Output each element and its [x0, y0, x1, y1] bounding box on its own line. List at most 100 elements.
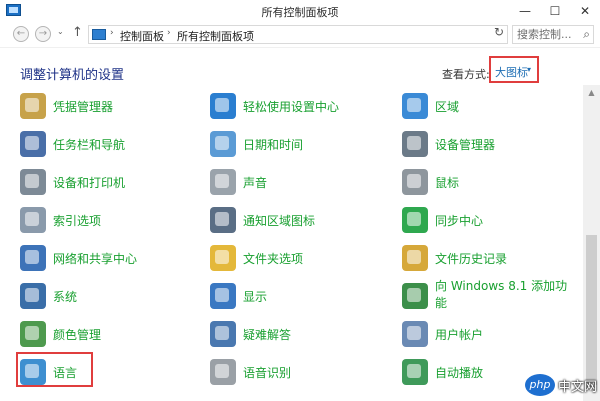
item-label[interactable]: 区域: [435, 98, 459, 115]
notification-area-icon: [210, 207, 236, 233]
back-button[interactable]: ←: [13, 26, 29, 42]
item-label[interactable]: 凭据管理器: [53, 98, 113, 115]
search-box[interactable]: ⌕: [512, 25, 594, 44]
item-indexing-options[interactable]: 索引选项: [20, 205, 200, 235]
search-icon[interactable]: ⌕: [583, 27, 590, 42]
search-input[interactable]: [513, 26, 575, 43]
item-label[interactable]: 声音: [243, 174, 267, 191]
file-history-icon: [402, 245, 428, 271]
item-ease-of-access[interactable]: 轻松使用设置中心: [210, 91, 390, 121]
item-system[interactable]: 系统: [20, 281, 200, 311]
view-by-dropdown[interactable]: 大图标 ▾: [489, 56, 539, 83]
item-label[interactable]: 文件历史记录: [435, 250, 507, 267]
title-bar: 所有控制面板项 — ☐ ✕: [0, 0, 600, 22]
item-label[interactable]: 颜色管理: [53, 326, 101, 343]
sync-center-icon: [402, 207, 428, 233]
item-display[interactable]: 显示: [210, 281, 390, 311]
item-device-manager[interactable]: 设备管理器: [402, 129, 577, 159]
page-title: 调整计算机的设置: [20, 68, 125, 83]
ease-of-access-icon: [210, 93, 236, 119]
autoplay-icon: [402, 359, 428, 385]
item-sound[interactable]: 声音: [210, 167, 390, 197]
maximize-button[interactable]: ☐: [540, 0, 570, 22]
color-management-icon: [20, 321, 46, 347]
printer-icon: [20, 169, 46, 195]
item-label[interactable]: 文件夹选项: [243, 250, 303, 267]
item-taskbar[interactable]: 任务栏和导航: [20, 129, 200, 159]
item-file-history[interactable]: 文件历史记录: [402, 243, 577, 273]
credential-manager-icon: [20, 93, 46, 119]
close-button[interactable]: ✕: [570, 0, 600, 22]
item-label[interactable]: 疑难解答: [243, 326, 291, 343]
control-panel-icon: [92, 29, 106, 40]
item-label[interactable]: 设备管理器: [435, 136, 495, 153]
vertical-scrollbar[interactable]: ▲: [583, 85, 600, 401]
item-label[interactable]: 任务栏和导航: [53, 136, 125, 153]
item-user-accounts[interactable]: 用户帐户: [402, 319, 577, 349]
item-label[interactable]: 通知区域图标: [243, 212, 315, 229]
mouse-icon: [402, 169, 428, 195]
item-mouse[interactable]: 鼠标: [402, 167, 577, 197]
address-bar: ← → ⌄ ↑ › 控制面板 › 所有控制面板项 › ↻ ⌕: [0, 22, 600, 48]
item-autoplay[interactable]: 自动播放: [402, 357, 522, 387]
item-label[interactable]: 轻松使用设置中心: [243, 98, 339, 115]
item-label-line2[interactable]: 能: [435, 294, 447, 311]
item-add-features[interactable]: 向 Windows 8.1 添加功 能: [402, 274, 577, 314]
item-label[interactable]: 语音识别: [243, 364, 291, 381]
breadcrumb-all-items[interactable]: 所有控制面板项: [177, 28, 254, 44]
item-credential-manager[interactable]: 凭据管理器: [20, 91, 200, 121]
display-icon: [210, 283, 236, 309]
breadcrumb[interactable]: › 控制面板 › 所有控制面板项 ›: [88, 25, 508, 44]
item-label[interactable]: 用户帐户: [435, 326, 483, 343]
item-date-time[interactable]: 日期和时间: [210, 129, 390, 159]
view-by-label: 查看方式:: [442, 68, 490, 81]
item-label[interactable]: 索引选项: [53, 212, 101, 229]
item-label[interactable]: 同步中心: [435, 212, 483, 229]
recent-locations-chevron-icon[interactable]: ⌄: [57, 27, 64, 36]
scroll-thumb[interactable]: [586, 235, 597, 385]
system-icon: [20, 283, 46, 309]
item-notification-area-icons[interactable]: 通知区域图标: [210, 205, 390, 235]
watermark-text: 中文网: [558, 380, 598, 395]
breadcrumb-separator-icon[interactable]: ›: [167, 28, 171, 38]
folder-options-icon: [210, 245, 236, 271]
item-label[interactable]: 系统: [53, 288, 77, 305]
language-highlight-box: [16, 352, 93, 387]
taskbar-icon: [20, 131, 46, 157]
watermark: php 中文网: [525, 372, 600, 401]
item-label[interactable]: 日期和时间: [243, 136, 303, 153]
item-label[interactable]: 自动播放: [435, 364, 483, 381]
php-logo-icon: php: [525, 374, 555, 396]
breadcrumb-separator-icon[interactable]: ›: [249, 28, 253, 38]
scroll-up-arrow-icon[interactable]: ▲: [583, 85, 600, 101]
item-region[interactable]: 区域: [402, 91, 577, 121]
item-devices-printers[interactable]: 设备和打印机: [20, 167, 200, 197]
item-label[interactable]: 显示: [243, 288, 267, 305]
item-sync-center[interactable]: 同步中心: [402, 205, 577, 235]
item-label[interactable]: 鼠标: [435, 174, 459, 191]
item-label[interactable]: 向 Windows 8.1 添加功: [435, 277, 567, 294]
item-color-management[interactable]: 颜色管理: [20, 319, 200, 349]
region-icon: [402, 93, 428, 119]
device-manager-icon: [402, 131, 428, 157]
item-folder-options[interactable]: 文件夹选项: [210, 243, 390, 273]
item-speech-recognition[interactable]: 语音识别: [210, 357, 390, 387]
forward-button[interactable]: →: [35, 26, 51, 42]
breadcrumb-separator-icon[interactable]: ›: [110, 28, 114, 38]
refresh-button[interactable]: ↻: [490, 25, 508, 41]
item-label[interactable]: 网络和共享中心: [53, 250, 137, 267]
breadcrumb-control-panel[interactable]: 控制面板: [120, 28, 164, 44]
user-accounts-icon: [402, 321, 428, 347]
date-time-icon: [210, 131, 236, 157]
up-button[interactable]: ↑: [72, 25, 83, 40]
view-by-value[interactable]: 大图标: [495, 64, 528, 80]
minimize-button[interactable]: —: [510, 0, 540, 22]
item-troubleshooting[interactable]: 疑难解答: [210, 319, 390, 349]
indexing-icon: [20, 207, 46, 233]
item-label[interactable]: 设备和打印机: [53, 174, 125, 191]
item-network-sharing[interactable]: 网络和共享中心: [20, 243, 200, 273]
network-icon: [20, 245, 46, 271]
chevron-down-icon[interactable]: ▾: [527, 65, 531, 74]
speech-recognition-icon: [210, 359, 236, 385]
add-features-icon: [402, 283, 428, 309]
